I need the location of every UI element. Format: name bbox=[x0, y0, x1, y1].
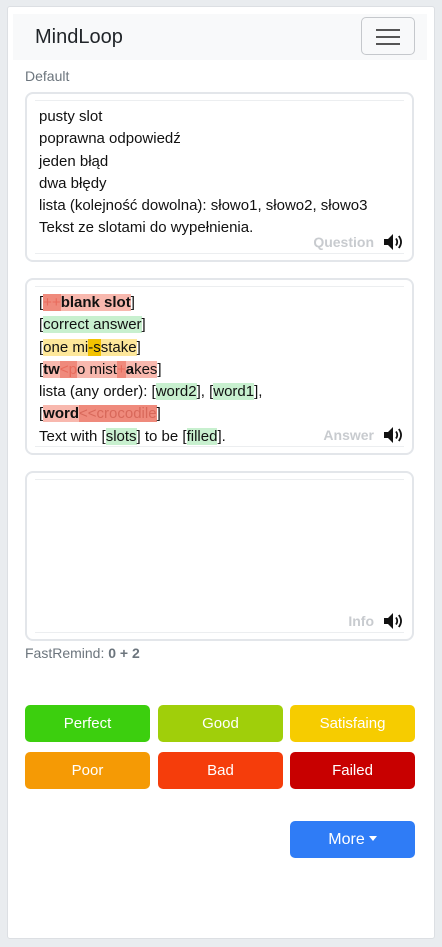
grade-good-button[interactable]: Good bbox=[158, 705, 283, 742]
grade-perfect-button[interactable]: Perfect bbox=[25, 705, 150, 742]
speaker-icon[interactable] bbox=[382, 611, 404, 631]
error-slot-part: o mist bbox=[76, 360, 117, 378]
insert-marker: ++ bbox=[43, 294, 61, 311]
grade-failed-button[interactable]: Failed bbox=[290, 752, 415, 789]
question-text: pusty slot poprawna odpowiedź jeden błąd… bbox=[39, 106, 402, 240]
correct-slot: correct answer bbox=[43, 316, 142, 334]
answer-label: Answer bbox=[323, 427, 374, 443]
question-label: Question bbox=[313, 234, 374, 250]
answer-line: [tw<po mist+akes] bbox=[39, 360, 162, 378]
question-line: lista (kolejność dowolna): słowo1, słowo… bbox=[39, 197, 368, 215]
error-slot-part: a bbox=[125, 360, 135, 378]
question-line: pusty slot bbox=[39, 108, 103, 125]
correct-slot: slots bbox=[105, 427, 137, 445]
question-line: dwa błędy bbox=[39, 174, 107, 192]
more-label: More bbox=[328, 831, 365, 848]
mistake-marker: -s bbox=[88, 338, 101, 356]
error-slot: word bbox=[43, 405, 80, 423]
answer-line: [correct answer] bbox=[39, 316, 146, 334]
grade-poor-button[interactable]: Poor bbox=[25, 752, 150, 789]
error-marker: <<crocodile bbox=[79, 405, 157, 423]
grade-satisfaing-button[interactable]: Satisfaing bbox=[290, 705, 415, 742]
error-marker: + bbox=[116, 360, 126, 378]
menu-toggle-button[interactable] bbox=[361, 17, 415, 55]
blank-slot: blank slot bbox=[60, 294, 131, 311]
mistake-slot-part: one mi bbox=[43, 338, 89, 356]
correct-slot: filled bbox=[186, 427, 218, 445]
fastremind-label: FastRemind: bbox=[25, 645, 105, 661]
answer-line: [word<<crocodile] bbox=[39, 405, 161, 423]
speaker-icon[interactable] bbox=[382, 425, 404, 445]
question-line: poprawna odpowiedź bbox=[39, 130, 181, 148]
grade-bad-button[interactable]: Bad bbox=[158, 752, 283, 789]
answer-card: [++blank slot] [correct answer] [one mi-… bbox=[25, 278, 414, 455]
deck-name: Default bbox=[25, 68, 70, 84]
more-dropdown-button[interactable]: More bbox=[290, 821, 415, 858]
navbar: MindLoop bbox=[13, 14, 427, 60]
info-label: Info bbox=[348, 613, 374, 629]
answer-line: [++blank slot] bbox=[39, 294, 135, 311]
info-card: Info bbox=[25, 471, 414, 641]
fastremind-status: FastRemind: 0 + 2 bbox=[25, 645, 140, 661]
fastremind-value: 0 + 2 bbox=[108, 645, 140, 661]
error-marker: <p bbox=[59, 360, 77, 378]
error-slot-part: kes bbox=[134, 360, 158, 378]
caret-down-icon bbox=[368, 836, 377, 841]
question-card: pusty slot poprawna odpowiedź jeden błąd… bbox=[25, 92, 414, 262]
correct-slot: word2 bbox=[155, 383, 197, 401]
error-slot-part: tw bbox=[43, 360, 60, 378]
question-line: jeden błąd bbox=[39, 152, 109, 170]
correct-slot: word1 bbox=[213, 383, 255, 401]
answer-line: lista (any order): [word2], [word1], bbox=[39, 383, 263, 401]
answer-line: [one mi-sstake] bbox=[39, 338, 141, 356]
speaker-icon[interactable] bbox=[382, 232, 404, 252]
mistake-slot-part: stake bbox=[100, 338, 137, 356]
app-title[interactable]: MindLoop bbox=[35, 26, 123, 49]
